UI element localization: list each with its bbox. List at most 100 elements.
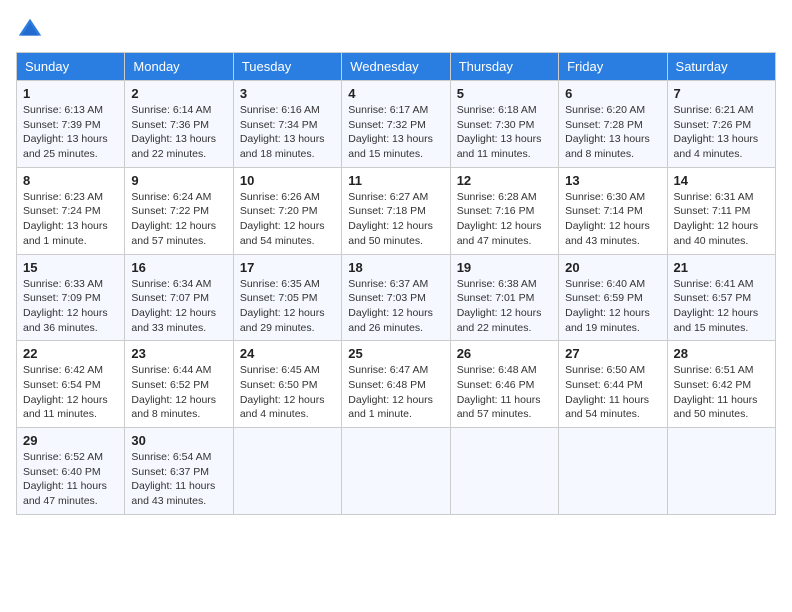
day-info: Sunrise: 6:35 AMSunset: 7:05 PMDaylight:… xyxy=(240,277,335,336)
day-info: Sunrise: 6:31 AMSunset: 7:11 PMDaylight:… xyxy=(674,190,769,249)
day-number: 8 xyxy=(23,173,118,188)
weekday-header: Wednesday xyxy=(342,53,450,81)
day-info: Sunrise: 6:18 AMSunset: 7:30 PMDaylight:… xyxy=(457,103,552,162)
calendar-cell: 13 Sunrise: 6:30 AMSunset: 7:14 PMDaylig… xyxy=(559,167,667,254)
weekday-header: Tuesday xyxy=(233,53,341,81)
day-info: Sunrise: 6:42 AMSunset: 6:54 PMDaylight:… xyxy=(23,363,118,422)
calendar-cell xyxy=(233,428,341,515)
day-info: Sunrise: 6:50 AMSunset: 6:44 PMDaylight:… xyxy=(565,363,660,422)
day-info: Sunrise: 6:23 AMSunset: 7:24 PMDaylight:… xyxy=(23,190,118,249)
day-number: 11 xyxy=(348,173,443,188)
calendar-cell: 30 Sunrise: 6:54 AMSunset: 6:37 PMDaylig… xyxy=(125,428,233,515)
day-info: Sunrise: 6:34 AMSunset: 7:07 PMDaylight:… xyxy=(131,277,226,336)
day-number: 9 xyxy=(131,173,226,188)
day-info: Sunrise: 6:27 AMSunset: 7:18 PMDaylight:… xyxy=(348,190,443,249)
day-info: Sunrise: 6:37 AMSunset: 7:03 PMDaylight:… xyxy=(348,277,443,336)
calendar-cell: 23 Sunrise: 6:44 AMSunset: 6:52 PMDaylig… xyxy=(125,341,233,428)
calendar-table: SundayMondayTuesdayWednesdayThursdayFrid… xyxy=(16,52,776,515)
calendar-cell xyxy=(450,428,558,515)
day-number: 26 xyxy=(457,346,552,361)
day-number: 6 xyxy=(565,86,660,101)
day-number: 18 xyxy=(348,260,443,275)
day-number: 14 xyxy=(674,173,769,188)
calendar-cell: 21 Sunrise: 6:41 AMSunset: 6:57 PMDaylig… xyxy=(667,254,775,341)
calendar-cell: 8 Sunrise: 6:23 AMSunset: 7:24 PMDayligh… xyxy=(17,167,125,254)
day-number: 1 xyxy=(23,86,118,101)
calendar-week-row: 22 Sunrise: 6:42 AMSunset: 6:54 PMDaylig… xyxy=(17,341,776,428)
day-info: Sunrise: 6:54 AMSunset: 6:37 PMDaylight:… xyxy=(131,450,226,509)
day-info: Sunrise: 6:48 AMSunset: 6:46 PMDaylight:… xyxy=(457,363,552,422)
day-number: 3 xyxy=(240,86,335,101)
calendar-cell: 16 Sunrise: 6:34 AMSunset: 7:07 PMDaylig… xyxy=(125,254,233,341)
calendar-cell: 15 Sunrise: 6:33 AMSunset: 7:09 PMDaylig… xyxy=(17,254,125,341)
day-info: Sunrise: 6:26 AMSunset: 7:20 PMDaylight:… xyxy=(240,190,335,249)
calendar-cell: 25 Sunrise: 6:47 AMSunset: 6:48 PMDaylig… xyxy=(342,341,450,428)
day-number: 20 xyxy=(565,260,660,275)
calendar-cell: 22 Sunrise: 6:42 AMSunset: 6:54 PMDaylig… xyxy=(17,341,125,428)
day-info: Sunrise: 6:24 AMSunset: 7:22 PMDaylight:… xyxy=(131,190,226,249)
calendar-cell: 4 Sunrise: 6:17 AMSunset: 7:32 PMDayligh… xyxy=(342,81,450,168)
calendar-cell: 2 Sunrise: 6:14 AMSunset: 7:36 PMDayligh… xyxy=(125,81,233,168)
day-number: 30 xyxy=(131,433,226,448)
day-number: 13 xyxy=(565,173,660,188)
calendar-cell: 9 Sunrise: 6:24 AMSunset: 7:22 PMDayligh… xyxy=(125,167,233,254)
calendar-cell: 14 Sunrise: 6:31 AMSunset: 7:11 PMDaylig… xyxy=(667,167,775,254)
calendar-cell xyxy=(559,428,667,515)
calendar-cell: 10 Sunrise: 6:26 AMSunset: 7:20 PMDaylig… xyxy=(233,167,341,254)
day-number: 10 xyxy=(240,173,335,188)
calendar-week-row: 15 Sunrise: 6:33 AMSunset: 7:09 PMDaylig… xyxy=(17,254,776,341)
calendar-cell: 26 Sunrise: 6:48 AMSunset: 6:46 PMDaylig… xyxy=(450,341,558,428)
weekday-header: Monday xyxy=(125,53,233,81)
calendar-cell: 18 Sunrise: 6:37 AMSunset: 7:03 PMDaylig… xyxy=(342,254,450,341)
calendar-week-row: 29 Sunrise: 6:52 AMSunset: 6:40 PMDaylig… xyxy=(17,428,776,515)
day-number: 17 xyxy=(240,260,335,275)
day-info: Sunrise: 6:13 AMSunset: 7:39 PMDaylight:… xyxy=(23,103,118,162)
day-number: 21 xyxy=(674,260,769,275)
calendar-week-row: 1 Sunrise: 6:13 AMSunset: 7:39 PMDayligh… xyxy=(17,81,776,168)
logo xyxy=(16,16,48,44)
day-info: Sunrise: 6:21 AMSunset: 7:26 PMDaylight:… xyxy=(674,103,769,162)
day-number: 24 xyxy=(240,346,335,361)
day-number: 16 xyxy=(131,260,226,275)
day-info: Sunrise: 6:51 AMSunset: 6:42 PMDaylight:… xyxy=(674,363,769,422)
day-info: Sunrise: 6:20 AMSunset: 7:28 PMDaylight:… xyxy=(565,103,660,162)
calendar-cell: 17 Sunrise: 6:35 AMSunset: 7:05 PMDaylig… xyxy=(233,254,341,341)
day-info: Sunrise: 6:33 AMSunset: 7:09 PMDaylight:… xyxy=(23,277,118,336)
calendar-cell xyxy=(667,428,775,515)
calendar-cell: 5 Sunrise: 6:18 AMSunset: 7:30 PMDayligh… xyxy=(450,81,558,168)
page-header xyxy=(16,16,776,44)
day-number: 27 xyxy=(565,346,660,361)
day-number: 28 xyxy=(674,346,769,361)
day-info: Sunrise: 6:28 AMSunset: 7:16 PMDaylight:… xyxy=(457,190,552,249)
day-number: 7 xyxy=(674,86,769,101)
day-info: Sunrise: 6:40 AMSunset: 6:59 PMDaylight:… xyxy=(565,277,660,336)
calendar-cell xyxy=(342,428,450,515)
day-info: Sunrise: 6:41 AMSunset: 6:57 PMDaylight:… xyxy=(674,277,769,336)
calendar-cell: 11 Sunrise: 6:27 AMSunset: 7:18 PMDaylig… xyxy=(342,167,450,254)
day-info: Sunrise: 6:14 AMSunset: 7:36 PMDaylight:… xyxy=(131,103,226,162)
day-number: 29 xyxy=(23,433,118,448)
day-number: 5 xyxy=(457,86,552,101)
calendar-cell: 24 Sunrise: 6:45 AMSunset: 6:50 PMDaylig… xyxy=(233,341,341,428)
day-number: 15 xyxy=(23,260,118,275)
day-info: Sunrise: 6:47 AMSunset: 6:48 PMDaylight:… xyxy=(348,363,443,422)
day-info: Sunrise: 6:17 AMSunset: 7:32 PMDaylight:… xyxy=(348,103,443,162)
weekday-header: Thursday xyxy=(450,53,558,81)
day-number: 23 xyxy=(131,346,226,361)
calendar-cell: 19 Sunrise: 6:38 AMSunset: 7:01 PMDaylig… xyxy=(450,254,558,341)
day-info: Sunrise: 6:30 AMSunset: 7:14 PMDaylight:… xyxy=(565,190,660,249)
calendar-cell: 1 Sunrise: 6:13 AMSunset: 7:39 PMDayligh… xyxy=(17,81,125,168)
calendar-cell: 12 Sunrise: 6:28 AMSunset: 7:16 PMDaylig… xyxy=(450,167,558,254)
day-number: 4 xyxy=(348,86,443,101)
day-number: 22 xyxy=(23,346,118,361)
calendar-cell: 29 Sunrise: 6:52 AMSunset: 6:40 PMDaylig… xyxy=(17,428,125,515)
calendar-week-row: 8 Sunrise: 6:23 AMSunset: 7:24 PMDayligh… xyxy=(17,167,776,254)
logo-icon xyxy=(16,16,44,44)
weekday-header: Saturday xyxy=(667,53,775,81)
calendar-cell: 7 Sunrise: 6:21 AMSunset: 7:26 PMDayligh… xyxy=(667,81,775,168)
day-number: 2 xyxy=(131,86,226,101)
day-info: Sunrise: 6:44 AMSunset: 6:52 PMDaylight:… xyxy=(131,363,226,422)
calendar-cell: 6 Sunrise: 6:20 AMSunset: 7:28 PMDayligh… xyxy=(559,81,667,168)
calendar-cell: 28 Sunrise: 6:51 AMSunset: 6:42 PMDaylig… xyxy=(667,341,775,428)
day-number: 19 xyxy=(457,260,552,275)
